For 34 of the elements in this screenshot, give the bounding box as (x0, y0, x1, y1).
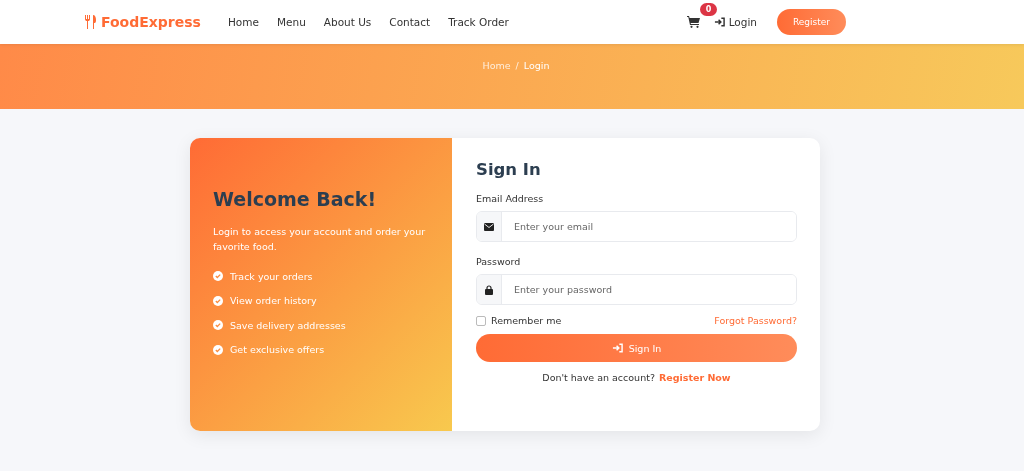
check-circle-icon (213, 295, 223, 306)
check-circle-icon (213, 271, 223, 282)
welcome-text: Login to access your account and order your favorite food. (213, 225, 427, 254)
brand-name: FoodExpress (101, 14, 201, 30)
remember-checkbox[interactable] (476, 315, 486, 326)
breadcrumb-separator: / (515, 60, 519, 73)
check-circle-icon (213, 344, 223, 355)
nav-link[interactable]: About Us (323, 16, 372, 28)
nav-link[interactable]: Track Order (448, 16, 509, 28)
login-label: Login (728, 16, 757, 28)
password-field[interactable]: Enter your password (476, 274, 797, 305)
lock-icon (485, 284, 493, 295)
envelope-icon (484, 222, 494, 231)
login-icon (713, 17, 725, 27)
footer-text: Don't have an account? (542, 372, 655, 383)
remember-label: Remember me (491, 315, 562, 326)
check-circle-icon (213, 320, 223, 331)
nav-link[interactable]: Menu (276, 16, 306, 28)
nav-link[interactable]: Home (227, 16, 259, 28)
form-title: Sign In (476, 160, 542, 179)
nav-link[interactable]: Contact (389, 16, 431, 28)
feature-text: View order history (230, 295, 317, 307)
login-link[interactable]: Login (713, 16, 757, 28)
feature-text: Get exclusive offers (230, 344, 325, 356)
login-icon (611, 343, 623, 353)
field-label: Email Address (476, 193, 545, 204)
field-label: Password (476, 256, 522, 267)
cart-icon[interactable] (686, 16, 700, 28)
feature-text: Save delivery addresses (230, 319, 346, 331)
cart-count-badge: 0 (699, 3, 718, 16)
welcome-title: Welcome Back! (213, 188, 378, 210)
email-field[interactable]: Enter your email (476, 211, 797, 242)
feature-text: Track your orders (230, 270, 313, 282)
utensils-icon (84, 15, 97, 29)
